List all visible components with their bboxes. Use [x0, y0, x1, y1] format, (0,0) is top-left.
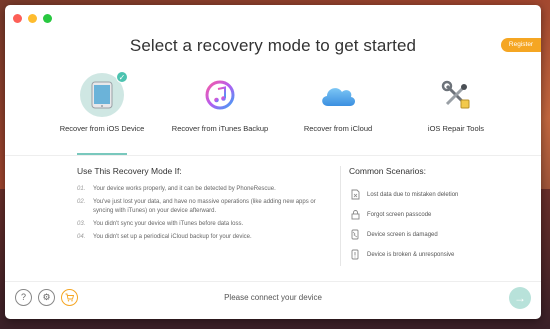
register-button[interactable]: Register: [501, 38, 541, 52]
icloud-icon: [316, 73, 360, 117]
app-window: Select a recovery mode to get started Re…: [5, 5, 541, 319]
rule-text: You've just lost your data, and have no …: [93, 199, 316, 214]
arrow-right-icon: →: [514, 291, 526, 305]
list-item: Device screen is damaged: [349, 225, 529, 245]
close-window-button[interactable]: [13, 14, 22, 23]
mode-recover-icloud[interactable]: Recover from iCloud: [283, 73, 393, 134]
window-controls: [13, 14, 52, 23]
rule-text: Your device works properly, and it can b…: [93, 186, 276, 192]
page-title: Select a recovery mode to get started: [129, 36, 417, 55]
scenarios-title: Common Scenarios:: [349, 166, 427, 176]
list-item: 01. Your device works properly, and it c…: [77, 185, 327, 194]
conditions-title: Use This Recovery Mode If:: [77, 166, 182, 176]
minimize-window-button[interactable]: [28, 14, 37, 23]
deleted-file-icon: [349, 189, 361, 201]
rule-number: 02.: [77, 199, 86, 205]
list-item: 04. You didn't set up a periodical iClou…: [77, 233, 327, 242]
mode-label: Recover from iTunes Backup: [171, 124, 269, 133]
mode-label: Recover from iOS Device: [59, 124, 145, 133]
rule-text: You didn't set up a periodical iCloud ba…: [93, 234, 252, 240]
connection-status: Please connect your device: [224, 293, 322, 302]
zoom-window-button[interactable]: [43, 14, 52, 23]
next-button[interactable]: →: [509, 287, 531, 309]
mode-label: Recover from iCloud: [303, 124, 373, 133]
scenario-text: Lost data due to mistaken deletion: [367, 192, 459, 198]
lock-icon: [349, 209, 361, 221]
footer-divider: [5, 281, 541, 282]
list-item: Device is broken & unresponsive: [349, 245, 529, 265]
mode-recover-ios-device[interactable]: ✓ Recover from iOS Device: [47, 71, 157, 134]
selected-check-icon: ✓: [116, 71, 128, 83]
broken-phone-icon: [349, 249, 361, 261]
rule-number: 01.: [77, 186, 86, 192]
column-divider: [340, 166, 341, 266]
scenario-text: Device is broken & unresponsive: [367, 252, 455, 258]
mode-label: iOS Repair Tools: [427, 124, 485, 133]
scenario-text: Forgot screen passcode: [367, 212, 432, 218]
mode-recover-itunes-backup[interactable]: Recover from iTunes Backup: [165, 73, 275, 134]
mode-ios-repair-tools[interactable]: iOS Repair Tools: [401, 73, 511, 134]
ipad-icon: ✓: [80, 71, 128, 117]
list-item: Forgot screen passcode: [349, 205, 529, 225]
common-scenarios: Common Scenarios: Lost data due to mista…: [349, 166, 529, 265]
rule-number: 03.: [77, 221, 86, 227]
list-item: 03. You didn't sync your device with iTu…: [77, 220, 327, 229]
section-divider: [5, 155, 541, 156]
scenario-text: Device screen is damaged: [367, 232, 438, 238]
list-item: 02. You've just lost your data, and have…: [77, 198, 327, 216]
list-item: Lost data due to mistaken deletion: [349, 185, 529, 205]
damaged-phone-icon: [349, 229, 361, 241]
itunes-icon: [198, 73, 242, 117]
recovery-modes: ✓ Recover from iOS Device Recover from i…: [5, 71, 541, 155]
recovery-conditions: Use This Recovery Mode If: 01. Your devi…: [77, 166, 327, 246]
rule-text: You didn't sync your device with iTunes …: [93, 221, 244, 227]
repair-tools-icon: [434, 73, 478, 117]
rule-number: 04.: [77, 234, 86, 240]
